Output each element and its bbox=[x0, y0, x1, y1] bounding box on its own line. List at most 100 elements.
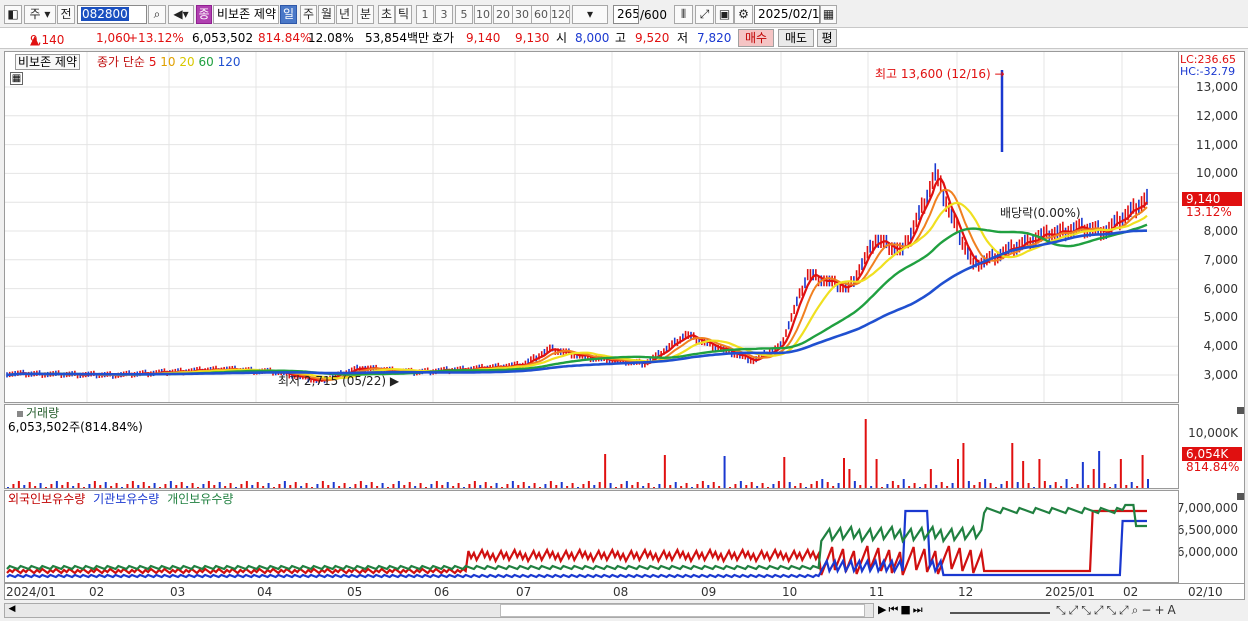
volume-bar bbox=[7, 487, 9, 488]
stop-icon[interactable]: ■ bbox=[900, 603, 912, 616]
ma-legend[interactable]: 종가 단순 5 10 20 60 120 bbox=[97, 55, 241, 69]
volume-bar bbox=[463, 487, 465, 488]
chart-tool-icon[interactable]: ⤢ bbox=[1069, 603, 1082, 617]
volume-bar bbox=[615, 487, 617, 488]
calendar-icon[interactable]: ▦ bbox=[820, 5, 837, 24]
prev-button[interactable]: 전 bbox=[57, 5, 75, 24]
period-button[interactable]: 년 bbox=[336, 5, 353, 24]
volume-title: 거래량 bbox=[17, 406, 59, 420]
volume-bar bbox=[305, 483, 308, 488]
volume-bar bbox=[1109, 487, 1111, 488]
volume-bar bbox=[50, 484, 53, 488]
price-ytick: 3,000 bbox=[1203, 368, 1238, 382]
volume-bar bbox=[370, 482, 373, 488]
volume-bar bbox=[316, 484, 319, 488]
search-icon[interactable]: ⌕ bbox=[148, 5, 166, 24]
scroll-right-icon[interactable]: ▶ bbox=[878, 603, 888, 616]
period-button[interactable]: 초 bbox=[378, 5, 395, 24]
speaker-icon[interactable]: ◀▾ bbox=[168, 5, 194, 24]
interval-button[interactable]: 20 bbox=[493, 5, 513, 24]
ma5-label: 5 bbox=[148, 55, 157, 69]
interval-button[interactable]: 3 bbox=[435, 5, 453, 24]
volume-bar bbox=[148, 486, 151, 488]
interval-button[interactable]: 30 bbox=[512, 5, 532, 24]
volume-bar bbox=[555, 485, 558, 488]
volume-bar bbox=[848, 469, 851, 488]
chart-tool-icon[interactable]: ⤢ bbox=[1094, 603, 1107, 617]
scroll-thumb[interactable] bbox=[500, 604, 865, 617]
save-icon[interactable]: ▣ bbox=[715, 5, 734, 24]
first-icon[interactable]: ⏮ bbox=[888, 603, 900, 616]
flat-button[interactable]: 평 bbox=[817, 29, 837, 47]
zoom-in-icon[interactable]: ⌕ bbox=[1132, 603, 1142, 617]
volume-bar bbox=[919, 487, 921, 488]
volume-bar bbox=[397, 481, 400, 488]
count-input[interactable]: 265 bbox=[613, 5, 639, 24]
interval-button[interactable]: 5 bbox=[455, 5, 473, 24]
collapse-icon[interactable] bbox=[1237, 407, 1244, 414]
volume-bar bbox=[251, 485, 254, 488]
interval-button[interactable]: 60 bbox=[531, 5, 551, 24]
own-ytick: 6,000,000 bbox=[1179, 545, 1238, 559]
chart-tool-icon[interactable]: ⤡ bbox=[1056, 603, 1069, 617]
ask-value: 9,140 bbox=[466, 31, 501, 45]
open-label: 시 bbox=[556, 31, 568, 45]
own-ytick: 6,500,000 bbox=[1179, 523, 1238, 537]
volume-bar bbox=[837, 483, 840, 488]
volume-bar bbox=[967, 481, 970, 488]
zoom-slider[interactable] bbox=[950, 605, 1050, 614]
market-select[interactable]: 주 ▾ bbox=[24, 5, 56, 24]
volume-bar bbox=[1049, 485, 1052, 488]
volume-bar bbox=[544, 484, 547, 488]
volume-bar bbox=[957, 459, 959, 488]
sell-button[interactable]: 매도 bbox=[778, 29, 814, 47]
collapse-icon[interactable] bbox=[1237, 493, 1244, 500]
toolbar: ◧ 주 ▾ 전 082800 ⌕ ◀▾ 종 비보존 제약 일주월년분초틱 135… bbox=[0, 0, 1248, 28]
interval-button[interactable]: 10 bbox=[474, 5, 492, 24]
h-scrollbar[interactable]: ◀ bbox=[4, 603, 874, 618]
price-chart[interactable]: 비보존 제약 종가 단순 5 10 20 60 120 ▦ 최고 13,600 … bbox=[4, 51, 1179, 403]
stock-name-tag[interactable]: 비보존 제약 bbox=[15, 54, 81, 70]
volume-bar bbox=[338, 486, 341, 488]
date-input[interactable]: 2025/02/10 bbox=[754, 5, 820, 24]
volume-bar bbox=[549, 481, 552, 488]
chart-tool-icon[interactable]: ⤡ bbox=[1106, 603, 1119, 617]
code-input[interactable]: 082800 bbox=[77, 5, 147, 24]
playback-controls[interactable]: ▶⏮■⏭ bbox=[878, 603, 925, 617]
window-menu-icon[interactable]: ◧ bbox=[4, 5, 22, 24]
zoom-tools[interactable]: ⤡⤢⤡⤢⤡⤢⌕−+A bbox=[1056, 603, 1179, 618]
period-button[interactable]: 일 bbox=[280, 5, 297, 24]
grid-toggle-icon[interactable]: ▦ bbox=[10, 72, 23, 85]
volume-bar bbox=[441, 485, 444, 488]
volume-bar bbox=[528, 486, 531, 488]
interval-select[interactable]: ▾ bbox=[572, 5, 608, 24]
period-button[interactable]: 월 bbox=[318, 5, 335, 24]
volume-bar bbox=[517, 485, 520, 488]
interval-button[interactable]: 120 bbox=[550, 5, 570, 24]
chart-tool-icon[interactable]: ⤡ bbox=[1081, 603, 1094, 617]
ownership-chart[interactable]: 외국인보유수량 기관보유수량 개인보유수량 bbox=[4, 490, 1179, 583]
period-button[interactable]: 주 bbox=[300, 5, 317, 24]
scroll-left-icon[interactable]: ◀ bbox=[5, 604, 19, 617]
draw-tool-icon[interactable]: ⤢ bbox=[695, 5, 714, 24]
volume-chart[interactable]: 거래량 6,053,502주(814.84%) bbox=[4, 404, 1179, 489]
plus-icon[interactable]: + bbox=[1154, 603, 1167, 617]
gear-icon[interactable]: ⚙ bbox=[734, 5, 753, 24]
volume-bar bbox=[240, 484, 243, 488]
period-button[interactable]: 틱 bbox=[395, 5, 412, 24]
period-button[interactable]: 분 bbox=[357, 5, 374, 24]
volume-bar bbox=[66, 482, 69, 488]
x-label: 02 bbox=[89, 585, 105, 599]
chart-tool-icon[interactable]: ⤢ bbox=[1119, 603, 1132, 617]
interval-button[interactable]: 1 bbox=[416, 5, 434, 24]
candle-type-icon[interactable]: ⫴ bbox=[674, 5, 693, 24]
individual-line bbox=[6, 503, 1147, 571]
low-note: 최저 2,715 (05/22) ▶ bbox=[278, 374, 400, 388]
volume-bar bbox=[376, 486, 379, 488]
last-icon[interactable]: ⏭ bbox=[913, 603, 925, 616]
buy-button[interactable]: 매수 bbox=[738, 29, 774, 47]
font-size-icon[interactable]: A bbox=[1168, 603, 1179, 617]
minus-icon[interactable]: − bbox=[1141, 603, 1154, 617]
volume-bar bbox=[283, 481, 286, 488]
stock-name-field[interactable]: 비보존 제약 bbox=[213, 5, 279, 24]
